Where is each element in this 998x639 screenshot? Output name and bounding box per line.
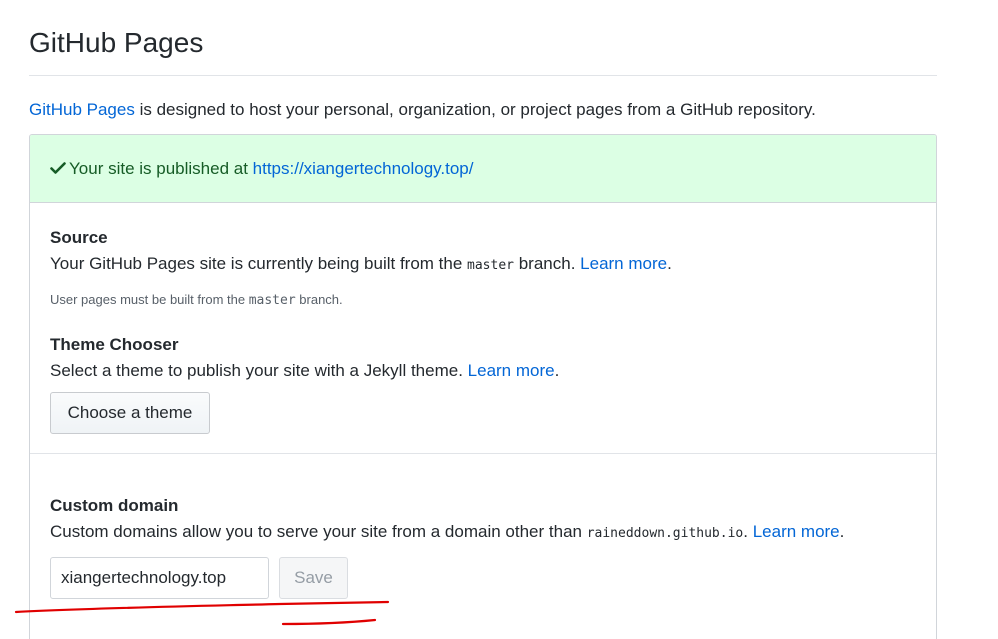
source-desc-after: branch. [514, 254, 581, 273]
github-pages-link[interactable]: GitHub Pages [29, 100, 135, 119]
published-flash: Your site is published at https://xiange… [30, 135, 936, 203]
save-button[interactable]: Save [279, 557, 348, 599]
source-note-branch: master [248, 293, 296, 308]
published-message: Your site is published at https://xiange… [50, 157, 473, 181]
custom-domain-input[interactable] [50, 557, 269, 599]
page-title: GitHub Pages [29, 27, 204, 58]
pages-settings-box: Your site is published at https://xiange… [29, 134, 937, 639]
custom-domain-heading: Custom domain [50, 496, 179, 515]
custom-domain-desc-text: Custom domains allow you to serve your s… [50, 522, 587, 541]
theme-desc-text: Select a theme to publish your site with… [50, 361, 468, 380]
source-note-after: branch. [295, 292, 343, 307]
theme-chooser-heading: Theme Chooser [50, 335, 179, 354]
custom-domain-period: . [839, 522, 845, 541]
source-period: . [667, 254, 672, 273]
custom-domain-description: Custom domains allow you to serve your s… [50, 520, 844, 546]
theme-learn-more-link[interactable]: Learn more [468, 361, 555, 380]
theme-period: . [554, 361, 560, 380]
source-heading: Source [50, 228, 108, 247]
intro-text: GitHub Pages is designed to host your pe… [29, 98, 816, 122]
source-branch: master [467, 258, 514, 273]
default-domain: raineddown.github.io [586, 526, 744, 541]
published-site-url[interactable]: https://xiangertechnology.top/ [253, 159, 474, 178]
check-icon [50, 159, 66, 175]
theme-chooser-description: Select a theme to publish your site with… [50, 359, 559, 383]
source-note: User pages must be built from the master… [50, 290, 343, 311]
github-pages-settings: GitHub Pages GitHub Pages is designed to… [0, 0, 998, 639]
source-desc-text: Your GitHub Pages site is currently bein… [50, 254, 468, 273]
intro-description: is designed to host your personal, organ… [134, 100, 816, 119]
source-learn-more-link[interactable]: Learn more [580, 254, 667, 273]
custom-domain-desc-after: . [743, 522, 753, 541]
source-description: Your GitHub Pages site is currently bein… [50, 252, 672, 278]
source-note-text: User pages must be built from the [50, 292, 249, 307]
choose-theme-button[interactable]: Choose a theme [50, 392, 210, 434]
custom-domain-learn-more-link[interactable]: Learn more [753, 522, 840, 541]
source-section: Source Your GitHub Pages site is current… [30, 203, 936, 454]
title-divider [29, 75, 937, 76]
published-prefix: Your site is published at [69, 159, 253, 178]
